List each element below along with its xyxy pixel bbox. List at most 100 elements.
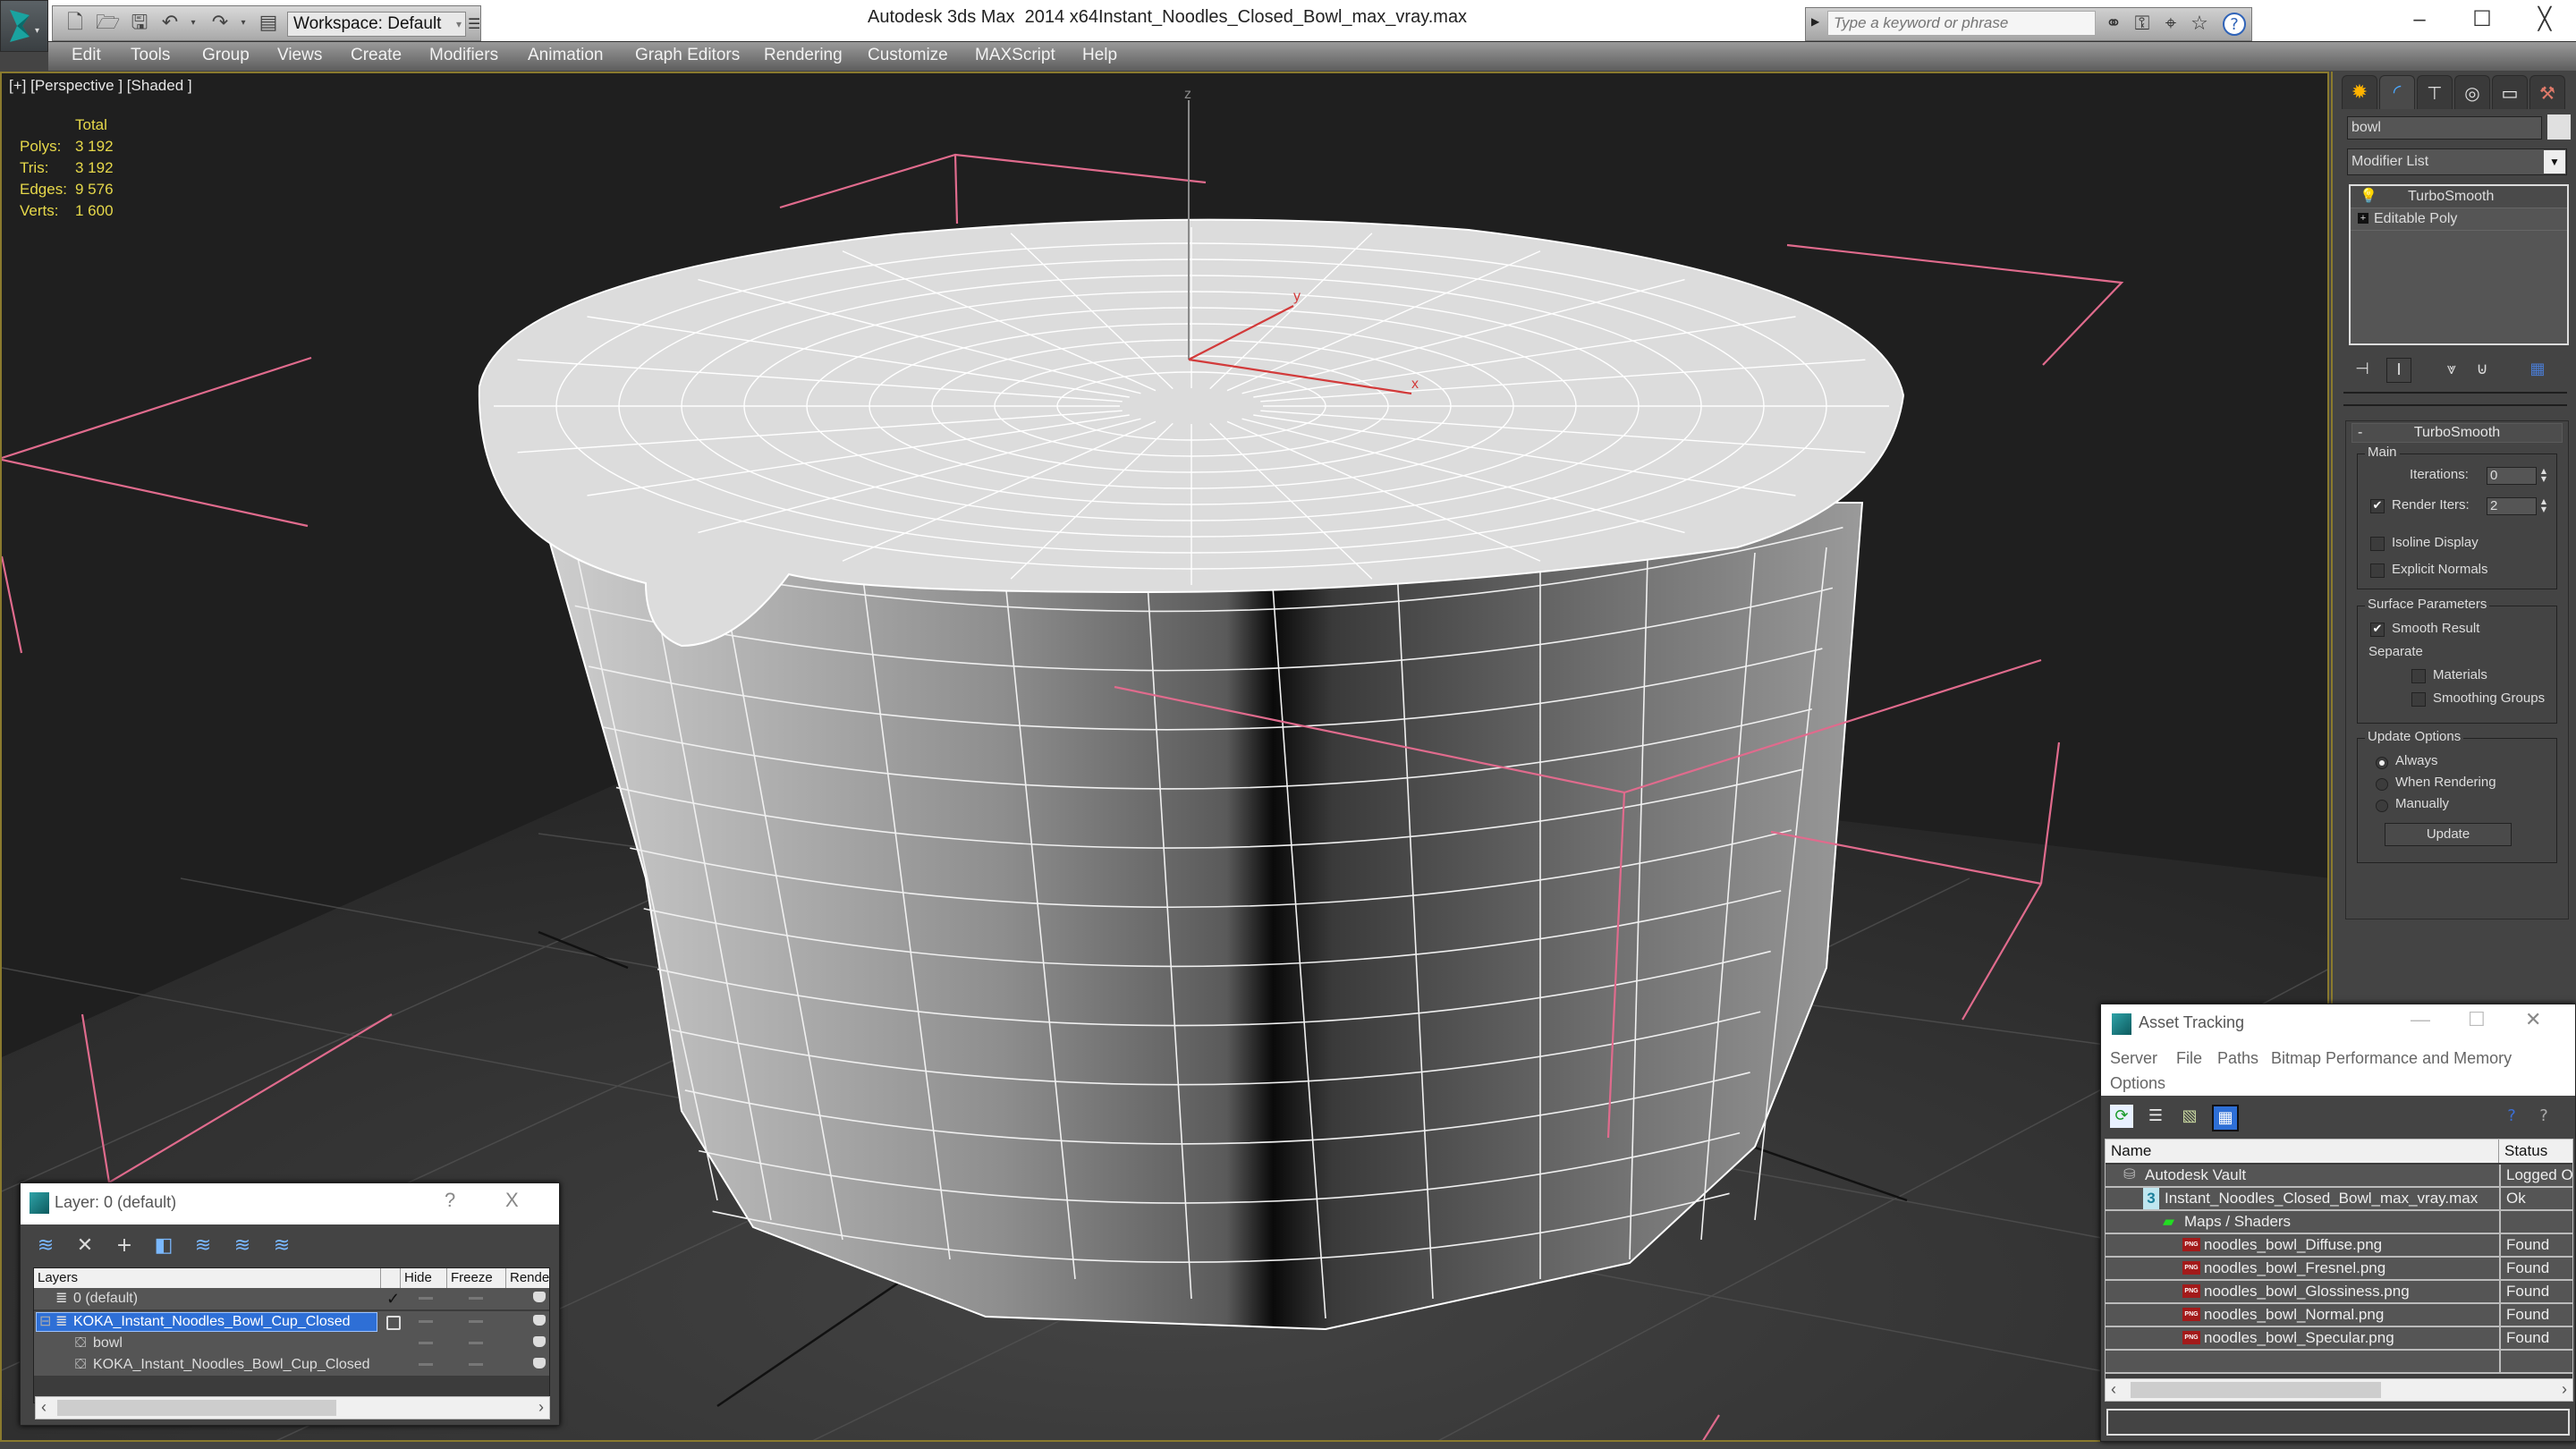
column-header[interactable]: Layers [34,1268,381,1288]
render-iters-spinner[interactable]: ▲ ▼ [2538,497,2549,515]
scroll-thumb[interactable] [2131,1382,2381,1398]
app-menu-button[interactable]: ▾ [0,0,48,52]
add-to-layer-icon[interactable]: + [112,1233,137,1258]
collapse-icon[interactable]: ⊟ [39,1311,51,1333]
star-icon[interactable]: ☆ [2187,12,2212,37]
asset-row[interactable]: PNG noodles_bowl_Fresnel.png Found [2106,1258,2572,1281]
tree-view-icon[interactable]: ▧ [2178,1105,2201,1128]
make-unique-icon[interactable]: ⩔ [2440,358,2463,381]
hide-toggle[interactable] [419,1297,433,1300]
modifier-list-dropdown[interactable]: Modifier List ▼ [2347,148,2567,175]
tab-hierarchy[interactable]: ⊤ [2417,75,2453,109]
key-icon[interactable]: ⚿ [2130,12,2155,37]
tab-motion[interactable]: ◎ [2454,75,2490,109]
render-teapot-icon[interactable] [533,1292,546,1302]
stack-item-editable-poly[interactable]: + Editable Poly [2351,208,2567,231]
infocenter-expand-icon[interactable]: ▶ [1811,15,1819,28]
freeze-toggle[interactable] [469,1297,483,1300]
menu-server[interactable]: Server [2110,1049,2157,1068]
redo-icon[interactable]: ↷ [208,12,232,35]
pin-stack-icon[interactable]: ⊣ [2351,358,2374,381]
refresh-icon[interactable]: ⟳ [2110,1105,2133,1128]
set-current-checkbox[interactable] [386,1316,401,1330]
menu-help[interactable]: Help [1082,46,1117,65]
satellite-icon[interactable]: ⌖ [2158,12,2183,37]
viewport-label-menu[interactable]: [+] [Perspective ] [Shaded ] [9,77,192,95]
dialog-titlebar[interactable]: Asset Tracking — ☐ ✕ Server File Paths B… [2101,1004,2575,1096]
layer-object-row[interactable]: ⛋ KOKA_Instant_Noodles_Bowl_Cup_Closed [34,1354,549,1376]
select-objects-icon[interactable]: ◧ [151,1233,176,1258]
menu-customize[interactable]: Customize [868,46,948,65]
list-view-icon[interactable]: ☰ [2144,1105,2167,1128]
column-header[interactable]: Hide [401,1268,447,1288]
menu-tools[interactable]: Tools [131,46,170,65]
collapse-icon[interactable]: - [2358,424,2362,442]
object-name-field[interactable]: bowl [2347,116,2542,140]
column-header[interactable]: Rende [506,1268,549,1288]
hide-toggle[interactable] [419,1342,433,1344]
lightbulb-icon[interactable]: 💡 [2360,186,2377,208]
hide-toggle[interactable] [419,1363,433,1366]
column-header-status[interactable]: Status [2499,1140,2572,1163]
stack-item-turbosmooth[interactable]: 💡 TurboSmooth [2351,186,2567,208]
column-header[interactable]: Freeze [447,1268,506,1288]
set-current-layer-icon[interactable]: ≋ [230,1233,255,1258]
object-color-swatch[interactable] [2547,114,2571,140]
hide-toggle[interactable] [419,1320,433,1323]
scroll-right-icon[interactable]: › [538,1398,544,1417]
asset-horizontal-scrollbar[interactable]: ‹ › [2105,1378,2573,1402]
freeze-toggle[interactable] [469,1320,483,1323]
vault-help-icon[interactable]: ? [2500,1105,2523,1128]
column-header-name[interactable]: Name [2106,1140,2499,1163]
open-file-icon[interactable]: 🗁 [96,12,120,35]
tab-display[interactable]: ▭ [2492,75,2528,109]
help-button[interactable]: ? [445,1189,455,1212]
menu-animation[interactable]: Animation [528,46,604,65]
current-layer-checkmark-icon[interactable]: ✓ [386,1288,400,1309]
create-layer-icon[interactable]: ≋ [33,1233,58,1258]
undo-icon[interactable]: ↶ [158,12,182,35]
scroll-thumb[interactable] [57,1400,336,1416]
maximize-button[interactable]: ☐ [2451,0,2513,39]
menu-create[interactable]: Create [351,46,402,65]
menu-options[interactable]: Options [2110,1074,2165,1093]
menu-modifiers[interactable]: Modifiers [429,46,498,65]
layer-settings-icon[interactable]: ≋ [269,1233,294,1258]
undo-dropdown-icon[interactable]: ▾ [182,12,205,35]
freeze-toggle[interactable] [469,1363,483,1366]
delete-layer-icon[interactable]: ✕ [72,1233,97,1258]
iterations-spinner[interactable]: ▲ ▼ [2538,467,2549,485]
freeze-toggle[interactable] [469,1342,483,1344]
maximize-button[interactable]: ☐ [2468,1008,2486,1031]
help-icon[interactable]: ? [2532,1105,2555,1128]
redo-dropdown-icon[interactable]: ▾ [232,12,255,35]
layer-row[interactable]: ⊟ ≣ KOKA_Instant_Noodles_Bowl_Cup_Closed [34,1311,549,1333]
menu-file[interactable]: File [2176,1049,2202,1068]
asset-path-field[interactable] [2106,1409,2570,1436]
remove-modifier-icon[interactable]: ⊍ [2470,358,2494,381]
project-folder-icon[interactable]: ▤ [257,12,280,35]
menu-maxscript[interactable]: MAXScript [975,46,1055,65]
asset-row[interactable]: 3 Instant_Noodles_Closed_Bowl_max_vray.ma… [2106,1188,2572,1211]
show-end-result-icon[interactable]: Ι [2386,358,2411,383]
close-button[interactable]: ╳ [2513,0,2576,39]
render-teapot-icon[interactable] [533,1358,546,1368]
explicit-normals-checkbox[interactable] [2370,564,2385,578]
isoline-display-checkbox[interactable] [2370,537,2385,551]
update-manually-radio[interactable] [2376,800,2388,812]
layer-row[interactable]: ≣ 0 (default) ✓ [34,1288,549,1309]
asset-row[interactable]: PNG noodles_bowl_Specular.png Found [2106,1327,2572,1351]
scroll-left-icon[interactable]: ‹ [41,1398,47,1417]
menu-graph-editors[interactable]: Graph Editors [635,46,740,65]
scroll-left-icon[interactable]: ‹ [2111,1380,2116,1399]
render-iters-checkbox[interactable]: ✔ [2370,499,2385,513]
tab-create[interactable]: ✹ [2342,75,2377,109]
dialog-titlebar[interactable]: Layer: 0 (default) ? X [21,1183,559,1224]
expand-icon[interactable]: + [2358,213,2368,224]
render-teapot-icon[interactable] [533,1336,546,1347]
asset-row[interactable]: PNG noodles_bowl_Diffuse.png Found [2106,1234,2572,1258]
menu-views[interactable]: Views [277,46,322,65]
update-button[interactable]: Update [2385,823,2512,846]
column-header[interactable] [381,1268,401,1288]
asset-row[interactable]: PNG noodles_bowl_Glossiness.png Found [2106,1281,2572,1304]
